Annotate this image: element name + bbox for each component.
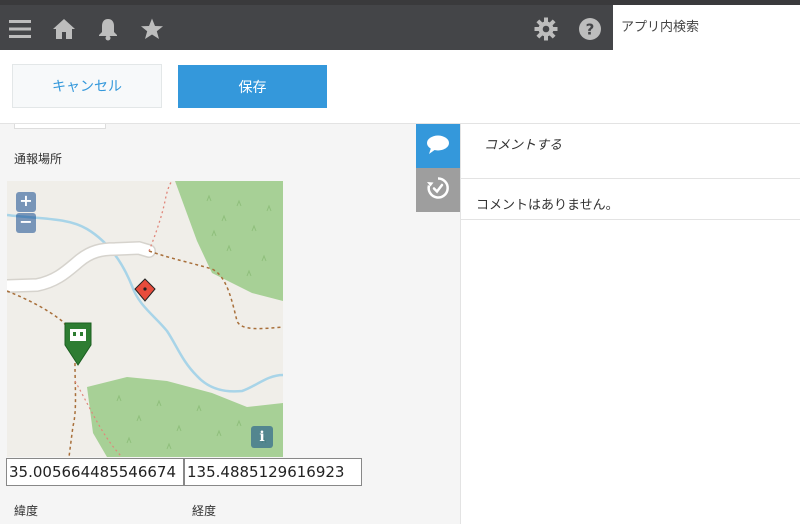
location-field-label: 通報場所 [14, 152, 63, 166]
star-icon[interactable] [140, 17, 164, 41]
speech-bubble-icon [426, 133, 450, 159]
map-zoom-in-button[interactable]: + [16, 192, 36, 212]
longitude-label: 経度 [192, 504, 217, 518]
map-info-button[interactable]: i [251, 426, 273, 448]
side-tabs [416, 124, 460, 524]
history-tab[interactable] [416, 168, 460, 212]
comments-panel: コメントする コメントはありません。 [460, 124, 800, 524]
comments-divider [461, 219, 800, 220]
previous-field-stub [14, 124, 106, 129]
action-bar: キャンセル 保存 [0, 50, 800, 124]
no-comments-message: コメントはありません。 [476, 198, 619, 213]
svg-text:?: ? [586, 21, 595, 39]
record-form: 通報場所 + − i 35.005664485546674 135.488512… [0, 124, 416, 524]
menu-icon[interactable] [8, 17, 32, 41]
gear-icon[interactable] [534, 17, 558, 41]
history-icon [426, 176, 450, 204]
app-search-input[interactable] [613, 5, 800, 50]
bell-icon[interactable] [96, 17, 120, 41]
home-icon[interactable] [52, 17, 76, 41]
comment-tab[interactable] [416, 124, 460, 168]
help-icon[interactable]: ? [578, 17, 602, 41]
longitude-input[interactable] [184, 458, 362, 486]
cancel-button[interactable]: キャンセル [12, 64, 162, 108]
comment-post-area[interactable]: コメントする [461, 124, 800, 179]
latitude-input[interactable] [6, 458, 184, 486]
latitude-label: 緯度 [14, 504, 39, 518]
save-button[interactable]: 保存 [178, 65, 327, 108]
comment-post-placeholder: コメントする [484, 138, 563, 153]
map-zoom-out-button[interactable]: − [16, 213, 36, 233]
location-map[interactable]: + − i [7, 181, 283, 457]
map-terrain [7, 181, 283, 457]
